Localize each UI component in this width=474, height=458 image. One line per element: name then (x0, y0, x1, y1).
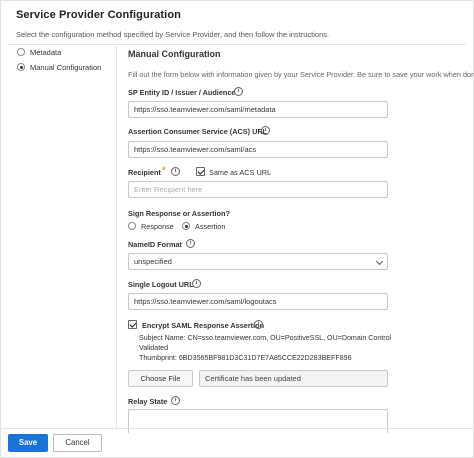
nameid-selected-value: unspecified (134, 257, 172, 266)
same-as-acs-checkbox[interactable] (196, 167, 205, 176)
metadata-radio[interactable] (17, 48, 25, 56)
acs-url-info-icon[interactable]: i (261, 126, 270, 135)
sign-assertion-radio[interactable] (182, 222, 190, 230)
relay-state-info-icon[interactable]: i (171, 396, 180, 405)
same-as-acs-label[interactable]: Same as ACS URL (209, 168, 271, 177)
slo-input[interactable]: https://sso.teamviewer.com/saml/logoutac… (128, 293, 388, 310)
encrypt-label[interactable]: Encrypt SAML Response Assertion (142, 321, 264, 330)
page-subtitle: Select the configuration method specifie… (16, 30, 330, 39)
cert-subject-cont: Validated (139, 344, 169, 352)
recipient-label: Recipient (128, 168, 161, 177)
sign-response-radio[interactable] (128, 222, 136, 230)
help-text: Fill out the form below with information… (128, 70, 474, 79)
sign-response-label[interactable]: Response (141, 222, 174, 231)
acs-url-input[interactable]: https://sso.teamviewer.com/saml/acs (128, 141, 388, 158)
chevron-down-icon (375, 257, 384, 266)
required-asterisk: * (162, 165, 166, 175)
file-status-field: Certificate has been updated (199, 370, 388, 387)
footer-divider (0, 428, 474, 429)
metadata-label[interactable]: Metadata (30, 48, 61, 57)
choose-file-button[interactable]: Choose File (128, 370, 193, 387)
column-divider (116, 46, 117, 428)
slo-info-icon[interactable]: i (192, 279, 201, 288)
cert-thumbprint: Thumbprint: 6BD3565BF981D3C31D7E7A85CCE2… (139, 354, 352, 362)
manual-config-label[interactable]: Manual Configuration (30, 63, 101, 72)
encrypt-checkbox[interactable] (128, 320, 137, 329)
nameid-label: NameID Format (128, 240, 182, 249)
sign-label: Sign Response or Assertion? (128, 209, 230, 218)
cert-subject: Subject Name: CN=sso.teamviewer.com, OU=… (139, 334, 392, 342)
recipient-info-icon[interactable]: i (171, 167, 180, 176)
entity-id-info-icon[interactable]: i (234, 87, 243, 96)
cancel-button[interactable]: Cancel (53, 434, 102, 452)
manual-config-radio[interactable] (17, 63, 25, 71)
entity-id-input[interactable]: https://sso.teamviewer.com/saml/metadata (128, 101, 388, 118)
save-button[interactable]: Save (8, 434, 48, 452)
relay-state-input[interactable] (128, 409, 388, 433)
acs-url-label: Assertion Consumer Service (ACS) URL (128, 127, 268, 136)
nameid-info-icon[interactable]: i (186, 239, 195, 248)
section-title: Manual Configuration (128, 49, 221, 59)
relay-state-label: Relay State (128, 397, 168, 406)
encrypt-info-icon[interactable]: i (254, 320, 263, 329)
slo-label: Single Logout URL (128, 280, 194, 289)
page-title: Service Provider Configuration (16, 9, 181, 21)
nameid-select[interactable]: unspecified (128, 253, 388, 270)
sign-assertion-label[interactable]: Assertion (195, 222, 225, 231)
header-divider (8, 44, 466, 45)
entity-id-label: SP Entity ID / Issuer / Audience (128, 88, 236, 97)
recipient-input[interactable]: Enter Recipient here (128, 181, 388, 198)
